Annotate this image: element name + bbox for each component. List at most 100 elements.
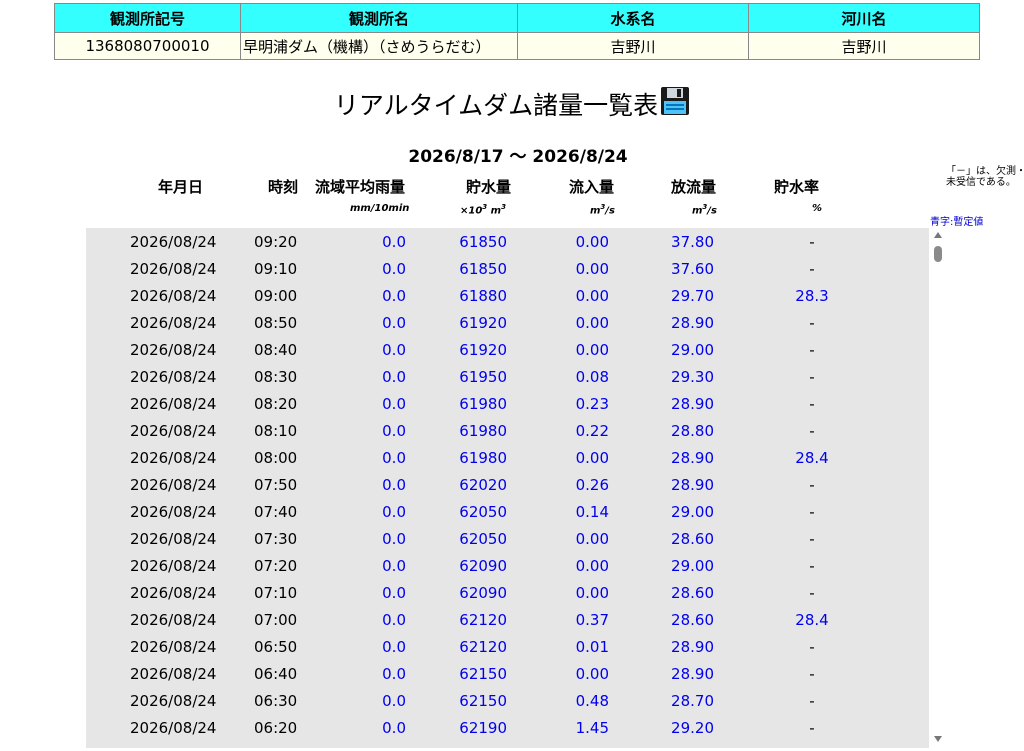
- cell-rain: 0.0: [382, 287, 406, 305]
- col-header-inflow: 流入量: [569, 178, 615, 196]
- scrollbar[interactable]: [930, 228, 946, 748]
- cell-rate: -: [809, 557, 815, 575]
- cell-storage: 62050: [459, 530, 507, 548]
- cell-outflow: 28.70: [671, 692, 714, 710]
- cell-outflow: 28.60: [671, 530, 714, 548]
- station-code: 1368080700010: [54, 32, 241, 60]
- cell-date: 2026/08/24: [130, 692, 217, 710]
- cell-outflow: 28.90: [671, 314, 714, 332]
- cell-rate: -: [809, 503, 815, 521]
- cell-outflow: 29.00: [671, 341, 714, 359]
- cell-inflow: 0.14: [575, 503, 609, 521]
- floppy-disk-icon[interactable]: [660, 86, 690, 122]
- cell-date: 2026/08/24: [130, 395, 217, 413]
- cell-time: 06:20: [254, 719, 298, 737]
- cell-date: 2026/08/24: [130, 665, 217, 683]
- cell-outflow: 28.90: [671, 476, 714, 494]
- cell-rain: 0.0: [382, 530, 406, 548]
- data-table[interactable]: 2026/08/24 09:20 0.0 61850 0.00 37.80-2026/08…: [86, 228, 929, 748]
- cell-time: 09:20: [254, 233, 298, 251]
- scroll-up-arrow-icon[interactable]: [934, 232, 942, 238]
- cell-rate: -: [809, 476, 815, 494]
- cell-date: 2026/08/24: [130, 611, 217, 629]
- cell-rate: -: [809, 341, 815, 359]
- header-station-name: 観測所名: [240, 3, 518, 33]
- cell-time: 08:50: [254, 314, 298, 332]
- cell-time: 07:10: [254, 584, 298, 602]
- table-row: 2026/08/24 08:00 0.0 61980 0.00 28.90 28.4: [86, 444, 929, 471]
- cell-storage: 61920: [459, 341, 507, 359]
- cell-storage: 62120: [459, 638, 507, 656]
- cell-outflow: 28.90: [671, 395, 714, 413]
- station-name: 早明浦ダム（機構）（さめうらだむ）: [240, 32, 518, 60]
- table-row: 2026/08/24 07:10 0.0 62090 0.00 28.60 -: [86, 579, 929, 606]
- missing-data-note: 「－」は、欠測・未受信である。: [946, 166, 1024, 188]
- cell-storage: 61980: [459, 422, 507, 440]
- cell-outflow: 28.90: [671, 665, 714, 683]
- table-row: 2026/08/24 06:50 0.0 62120 0.01 28.90 -: [86, 633, 929, 660]
- cell-date: 2026/08/24: [130, 314, 217, 332]
- cell-date: 2026/08/24: [130, 557, 217, 575]
- scroll-down-arrow-icon[interactable]: [934, 736, 942, 742]
- cell-time: 07:40: [254, 503, 298, 521]
- cell-rate: 28.4: [795, 449, 829, 467]
- table-row: 2026/08/24 09:10 0.0 61850 0.00 37.60 -: [86, 255, 929, 282]
- cell-rate: -: [809, 395, 815, 413]
- cell-rain: 0.0: [382, 422, 406, 440]
- cell-outflow: 37.80: [671, 233, 714, 251]
- cell-storage: 61980: [459, 395, 507, 413]
- table-row: 2026/08/24 07:40 0.0 62050 0.14 29.00 -: [86, 498, 929, 525]
- table-row: 2026/08/24 08:10 0.0 61980 0.22 28.80 -: [86, 417, 929, 444]
- cell-inflow: 0.37: [575, 611, 609, 629]
- cell-rain: 0.0: [382, 476, 406, 494]
- table-row: 2026/08/24 06:40 0.0 62150 0.00 28.90 -: [86, 660, 929, 687]
- cell-date: 2026/08/24: [130, 233, 217, 251]
- cell-outflow: 28.60: [671, 584, 714, 602]
- cell-date: 2026/08/24: [130, 422, 217, 440]
- cell-rate: -: [809, 314, 815, 332]
- cell-storage: 62020: [459, 476, 507, 494]
- cell-time: 09:00: [254, 287, 298, 305]
- cell-outflow: 29.30: [671, 368, 714, 386]
- cell-time: 08:20: [254, 395, 298, 413]
- col-header-storage: 貯水量: [466, 178, 512, 196]
- table-row: 2026/08/24 07:50 0.0 62020 0.26 28.90 -: [86, 471, 929, 498]
- cell-rain: 0.0: [382, 449, 406, 467]
- cell-inflow: 0.00: [575, 341, 609, 359]
- cell-rate: 28.3: [795, 287, 829, 305]
- cell-inflow: 0.00: [575, 233, 609, 251]
- page-title-wrap: リアルタイムダム諸量一覧表: [0, 86, 1024, 122]
- cell-storage: 62120: [459, 611, 507, 629]
- cell-time: 07:00: [254, 611, 298, 629]
- col-header-rate: 貯水率: [774, 178, 820, 196]
- cell-rate: -: [809, 233, 815, 251]
- table-row: 2026/08/24 07:30 0.0 62050 0.00 28.60 -: [86, 525, 929, 552]
- table-row: 2026/08/24 09:20 0.0 61850 0.00 37.80 -: [86, 228, 929, 255]
- cell-rain: 0.0: [382, 557, 406, 575]
- cell-rain: 0.0: [382, 341, 406, 359]
- cell-rain: 0.0: [382, 611, 406, 629]
- cell-outflow: 28.90: [671, 638, 714, 656]
- cell-inflow: 0.08: [575, 368, 609, 386]
- cell-rate: -: [809, 638, 815, 656]
- header-water-system: 水系名: [517, 3, 749, 33]
- cell-rain: 0.0: [382, 638, 406, 656]
- cell-date: 2026/08/24: [130, 476, 217, 494]
- cell-inflow: 0.00: [575, 557, 609, 575]
- cell-rate: -: [809, 530, 815, 548]
- table-row: 2026/08/24 08:50 0.0 61920 0.00 28.90 -: [86, 309, 929, 336]
- water-system: 吉野川: [517, 32, 749, 60]
- table-row: 2026/08/24 08:30 0.0 61950 0.08 29.30 -: [86, 363, 929, 390]
- cell-storage: 61950: [459, 368, 507, 386]
- cell-rain: 0.0: [382, 584, 406, 602]
- cell-rain: 0.0: [382, 233, 406, 251]
- scroll-thumb[interactable]: [934, 246, 942, 262]
- cell-date: 2026/08/24: [130, 530, 217, 548]
- cell-storage: 61880: [459, 287, 507, 305]
- cell-outflow: 28.60: [671, 611, 714, 629]
- cell-rate: -: [809, 665, 815, 683]
- cell-time: 07:30: [254, 530, 298, 548]
- table-row: 2026/08/24 06:20 0.0 62190 1.45 29.20 -: [86, 714, 929, 741]
- cell-rate: -: [809, 422, 815, 440]
- cell-storage: 61850: [459, 260, 507, 278]
